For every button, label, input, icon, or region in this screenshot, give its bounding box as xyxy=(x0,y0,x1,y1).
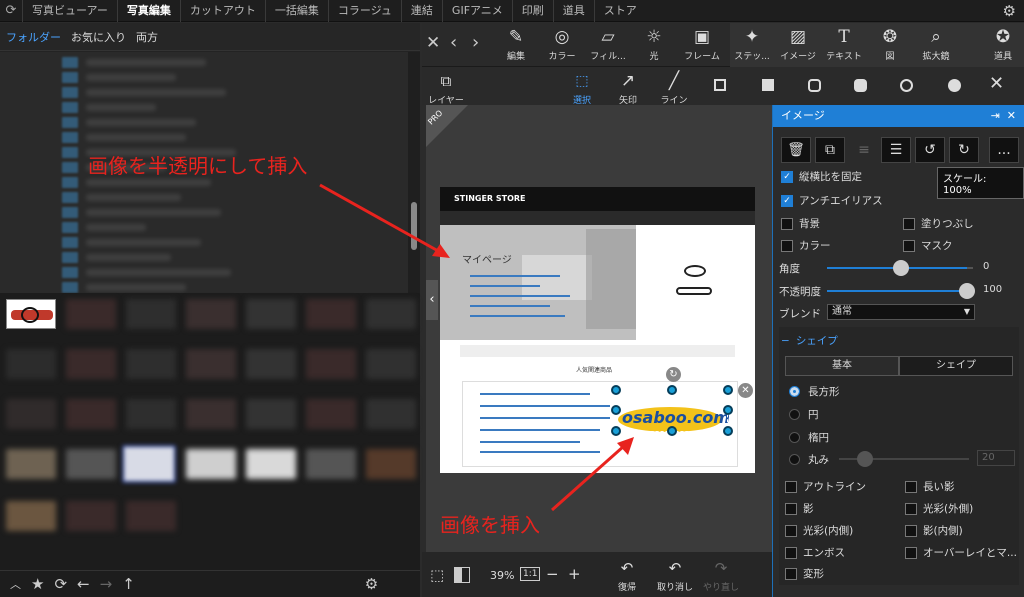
shape-rect-radio[interactable]: 長方形 xyxy=(789,384,840,399)
check-icon: ✓ xyxy=(781,194,793,207)
panel-title: イメージ xyxy=(781,109,825,122)
dropdown-arrow-icon: ▼ xyxy=(963,307,970,316)
angle-value[interactable]: 0 xyxy=(983,261,989,272)
rotate-right-button[interactable]: ↻ xyxy=(949,137,979,163)
outline-checkbox[interactable]: アウトライン xyxy=(785,479,866,494)
duplicate-button[interactable]: ⧉ xyxy=(815,137,845,163)
shadow-in-checkbox[interactable]: 影(内側) xyxy=(905,523,963,538)
actual-size-button[interactable]: 1:1 xyxy=(520,567,541,581)
shape-circle-radio[interactable]: 円 xyxy=(789,407,819,422)
order-icon: ☰ xyxy=(889,142,903,158)
blend-label: ブレンド xyxy=(779,308,821,320)
delete-button[interactable]: 🗑︎ xyxy=(781,137,811,163)
tab-basic[interactable]: 基本 xyxy=(785,356,899,376)
order-button[interactable]: ☰ xyxy=(881,137,911,163)
antialias-checkbox[interactable]: ✓ アンチエイリアス xyxy=(781,193,883,208)
redo-icon: ↷ xyxy=(714,559,728,577)
shadow-checkbox[interactable]: 影 xyxy=(785,501,814,516)
panel-header: イメージ ⇥ ✕ xyxy=(773,105,1024,127)
opacity-slider-knob[interactable] xyxy=(959,283,975,299)
pin-icon[interactable]: ⇥ xyxy=(991,105,1000,127)
close-icon[interactable]: ✕ xyxy=(1007,105,1016,127)
round-slider-knob[interactable] xyxy=(857,451,873,467)
revert-button[interactable]: ↶ 復帰 xyxy=(606,556,648,593)
compare-icon[interactable] xyxy=(454,567,470,583)
rotate-right-icon: ↻ xyxy=(958,142,970,158)
angle-label: 角度 xyxy=(779,263,800,275)
mask-checkbox[interactable]: マスク xyxy=(903,238,953,253)
canvas-bottom-bar: ⬚ 39% 1:1 − + ↶ 復帰 ↶ 取り消し ↷ やり直し xyxy=(422,552,772,597)
redo-button[interactable]: ↷ やり直し xyxy=(700,556,742,593)
tab-shape[interactable]: シェイプ xyxy=(899,356,1013,376)
fill-checkbox[interactable]: 塗りつぶし xyxy=(903,216,974,231)
image-properties-panel: イメージ ⇥ ✕ 🗑︎ ⧉ ≡ ☰ ↺ ↻ ... スケール: 100% ✓ 縦横… xyxy=(772,105,1024,597)
rotate-left-button[interactable]: ↺ xyxy=(915,137,945,163)
scale-tooltip: スケール: 100% xyxy=(937,167,1024,199)
overlay-checkbox[interactable]: オーバーレイとマ... xyxy=(905,545,1017,560)
shape-round-radio[interactable]: 丸み xyxy=(789,452,829,467)
undo-icon: ↶ xyxy=(668,559,682,577)
rotate-left-icon: ↺ xyxy=(924,142,936,158)
glow-out-checkbox[interactable]: 光彩(外側) xyxy=(905,501,973,516)
keep-ratio-checkbox[interactable]: ✓ 縦横比を固定 xyxy=(781,169,862,184)
deform-checkbox[interactable]: 変形 xyxy=(785,566,824,581)
background-checkbox[interactable]: 背景 xyxy=(781,216,820,231)
opacity-slider-track[interactable] xyxy=(827,290,967,292)
angle-slider-rest xyxy=(967,267,973,269)
align-icon: ≡ xyxy=(858,142,870,158)
opacity-label: 不透明度 xyxy=(779,286,821,298)
angle-slider-knob[interactable] xyxy=(893,260,909,276)
color-checkbox[interactable]: カラー xyxy=(781,238,831,253)
long-shadow-checkbox[interactable]: 長い影 xyxy=(905,479,955,494)
revert-icon: ↶ xyxy=(620,559,634,577)
zoom-out-button[interactable]: − xyxy=(546,565,559,583)
align-button[interactable]: ≡ xyxy=(849,137,879,163)
emboss-checkbox[interactable]: エンボス xyxy=(785,545,845,560)
blend-select[interactable]: 通常 ▼ xyxy=(827,304,975,320)
zoom-in-button[interactable]: + xyxy=(568,565,581,583)
fit-selection-icon[interactable]: ⬚ xyxy=(430,566,444,584)
shape-ellipse-radio[interactable]: 楕円 xyxy=(789,430,829,445)
check-icon: ✓ xyxy=(781,170,793,183)
more-button[interactable]: ... xyxy=(989,137,1019,163)
shape-section-toggle[interactable]: − シェイプ xyxy=(781,333,838,348)
trash-icon: 🗑︎ xyxy=(787,142,805,158)
opacity-value[interactable]: 100 xyxy=(983,284,1002,295)
round-value[interactable]: 20 xyxy=(977,450,1015,466)
glow-in-checkbox[interactable]: 光彩(内側) xyxy=(785,523,853,538)
duplicate-icon: ⧉ xyxy=(825,142,835,158)
zoom-level: 39% xyxy=(490,569,515,582)
undo-button[interactable]: ↶ 取り消し xyxy=(654,556,696,593)
